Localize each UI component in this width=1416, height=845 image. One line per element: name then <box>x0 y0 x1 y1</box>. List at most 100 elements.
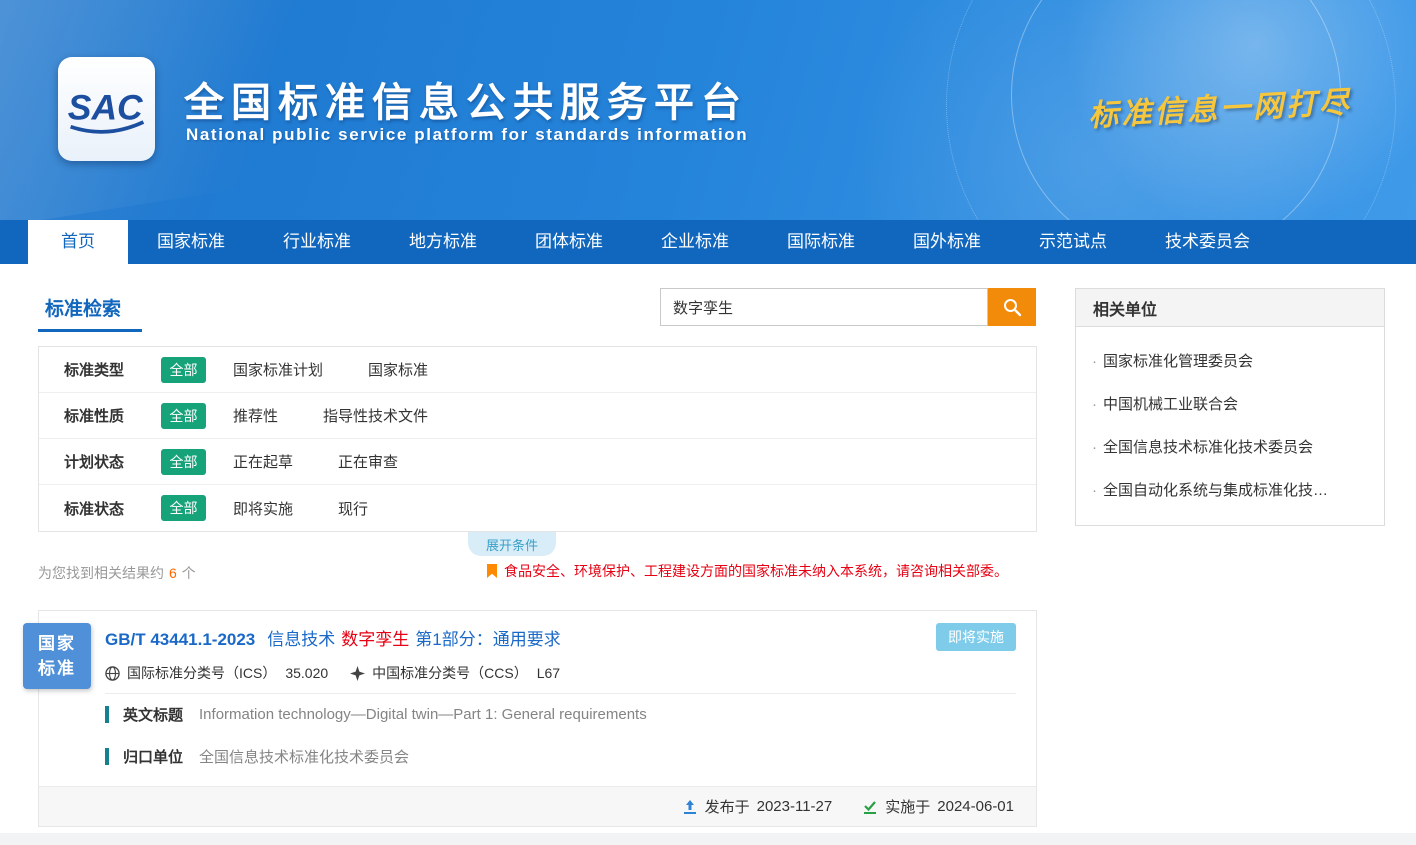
nav-item-group-standards[interactable]: 团体标准 <box>506 220 632 264</box>
status-badge: 即将实施 <box>936 623 1016 651</box>
standard-code: GB/T 43441.1-2023 <box>105 630 255 649</box>
classification-row: 国际标准分类号（ICS） 35.020 中国标准分类号（CCS） L67 <box>105 663 560 683</box>
related-units-list: · 国家标准化管理委员会 · 中国机械工业联合会 · 全国信息技术标准化技术委员… <box>1076 327 1384 525</box>
bookmark-icon <box>486 564 498 579</box>
filter-row-plan-status: 计划状态 全部 正在起草 正在审查 <box>39 439 1036 485</box>
filter-option[interactable]: 国家标准计划 <box>233 359 323 380</box>
badge-line2: 标准 <box>23 656 91 681</box>
nav-item-foreign-standards[interactable]: 国外标准 <box>884 220 1010 264</box>
filter-option[interactable]: 正在审查 <box>338 451 398 472</box>
title-segment: 信息技术 <box>267 630 335 649</box>
filter-label: 计划状态 <box>64 451 161 472</box>
filter-option[interactable]: 指导性技术文件 <box>323 405 428 426</box>
sac-logo-icon: SAC <box>65 76 149 142</box>
filter-label: 标准性质 <box>64 405 161 426</box>
sidebar-item-it-committee[interactable]: · 全国信息技术标准化技术委员会 <box>1076 425 1384 468</box>
ics-value: 35.020 <box>285 665 328 681</box>
bullet: · <box>1092 439 1097 456</box>
accent-bar <box>105 706 109 723</box>
result-summary: 为您找到相关结果约6个 <box>38 563 196 583</box>
sac-logo[interactable]: SAC <box>58 57 155 161</box>
bullet: · <box>1092 353 1097 370</box>
search-button[interactable] <box>988 288 1036 326</box>
national-standard-badge: 国家 标准 <box>23 623 91 689</box>
publish-label: 发布于 <box>705 796 750 817</box>
ccs-value: L67 <box>537 665 560 681</box>
nav-item-industry-standards[interactable]: 行业标准 <box>254 220 380 264</box>
card-divider <box>105 693 1016 694</box>
accent-bar <box>105 748 109 765</box>
system-notice: 食品安全、环境保护、工程建设方面的国家标准未纳入本系统，请咨询相关部委。 <box>486 561 1008 581</box>
nav-item-pilot[interactable]: 示范试点 <box>1010 220 1136 264</box>
sidebar-item-automation-committee[interactable]: · 全国自动化系统与集成标准化技… <box>1076 468 1384 511</box>
filter-panel: 标准类型 全部 国家标准计划 国家标准 标准性质 全部 推荐性 指导性技术文件 … <box>38 346 1037 532</box>
main-nav: 首页 国家标准 行业标准 地方标准 团体标准 企业标准 国际标准 国外标准 示范… <box>0 220 1416 264</box>
filter-option[interactable]: 正在起草 <box>233 451 293 472</box>
filter-option[interactable]: 现行 <box>338 498 368 519</box>
implement-date: 2024-06-01 <box>937 798 1014 815</box>
page: SAC 全国标准信息公共服务平台 National public service… <box>0 0 1416 845</box>
summary-suffix: 个 <box>182 565 196 581</box>
publish-upload-icon <box>682 799 698 815</box>
page-bottom-strip <box>0 833 1416 845</box>
sidebar-item-label: 全国信息技术标准化技术委员会 <box>1103 436 1313 457</box>
filter-option[interactable]: 即将实施 <box>233 498 293 519</box>
sidebar-item-machinery-federation[interactable]: · 中国机械工业联合会 <box>1076 382 1384 425</box>
nav-item-local-standards[interactable]: 地方标准 <box>380 220 506 264</box>
main-content: 标准检索 标准类型 全部 国家标准计划 国家标准 标准性质 全部 推荐 <box>0 264 1416 845</box>
filter-all-button[interactable]: 全部 <box>161 403 206 429</box>
filter-label: 标准状态 <box>64 498 161 519</box>
nav-item-national-standards[interactable]: 国家标准 <box>128 220 254 264</box>
sidebar-item-label: 中国机械工业联合会 <box>1103 393 1238 414</box>
implement-date-group: 实施于 2024-06-01 <box>862 796 1014 817</box>
standard-title-link[interactable]: GB/T 43441.1-2023 信息技术数字孪生第1部分：通用要求 <box>105 625 561 650</box>
logo-text: SAC <box>67 87 143 127</box>
site-subtitle: National public service platform for sta… <box>186 125 748 145</box>
nav-item-enterprise-standards[interactable]: 企业标准 <box>632 220 758 264</box>
english-title-value: Information technology—Digital twin—Part… <box>199 706 647 723</box>
ccs-label: 中国标准分类号（CCS） <box>372 663 528 683</box>
publish-date: 2023-11-27 <box>757 798 833 815</box>
card-footer: 发布于 2023-11-27 实施于 2024-06-01 <box>39 786 1036 826</box>
filter-row-standard-type: 标准类型 全部 国家标准计划 国家标准 <box>39 347 1036 393</box>
committee-value: 全国信息技术标准化技术委员会 <box>199 746 409 767</box>
title-segment: 第1部分：通用要求 <box>415 630 560 649</box>
expand-conditions-button[interactable]: 展开条件 <box>468 532 556 556</box>
related-units-title: 相关单位 <box>1076 289 1384 327</box>
filter-all-button[interactable]: 全部 <box>161 357 206 383</box>
notice-text: 食品安全、环境保护、工程建设方面的国家标准未纳入本系统，请咨询相关部委。 <box>504 561 1008 581</box>
filter-all-button[interactable]: 全部 <box>161 449 206 475</box>
site-header: SAC 全国标准信息公共服务平台 National public service… <box>0 0 1416 220</box>
english-title-label: 英文标题 <box>123 704 183 725</box>
search-input[interactable] <box>660 288 988 326</box>
committee-row: 归口单位 全国信息技术标准化技术委员会 <box>105 746 409 767</box>
title-highlight: 数字孪生 <box>341 630 409 649</box>
filter-option[interactable]: 国家标准 <box>368 359 428 380</box>
bullet: · <box>1092 482 1097 499</box>
compass-icon <box>350 666 365 681</box>
site-title: 全国标准信息公共服务平台 <box>184 70 748 128</box>
implement-check-icon <box>862 799 878 815</box>
nav-item-home[interactable]: 首页 <box>28 220 128 264</box>
committee-label: 归口单位 <box>123 746 183 767</box>
search-icon <box>1002 297 1022 317</box>
filter-option[interactable]: 推荐性 <box>233 405 278 426</box>
ics-label: 国际标准分类号（ICS） <box>127 663 276 683</box>
filter-row-standard-nature: 标准性质 全部 推荐性 指导性技术文件 <box>39 393 1036 439</box>
nav-item-international-standards[interactable]: 国际标准 <box>758 220 884 264</box>
globe-icon <box>105 666 120 681</box>
sidebar-item-label: 国家标准化管理委员会 <box>1103 350 1253 371</box>
nav-item-technical-committee[interactable]: 技术委员会 <box>1136 220 1279 264</box>
sidebar-item-label: 全国自动化系统与集成标准化技… <box>1103 479 1328 500</box>
tab-underline <box>38 329 142 332</box>
filter-row-standard-status: 标准状态 全部 即将实施 现行 <box>39 485 1036 531</box>
related-units-panel: 相关单位 · 国家标准化管理委员会 · 中国机械工业联合会 · 全国信息技术标准… <box>1075 288 1385 526</box>
publish-date-group: 发布于 2023-11-27 <box>682 796 833 817</box>
sidebar-item-sac[interactable]: · 国家标准化管理委员会 <box>1076 339 1384 382</box>
filter-all-button[interactable]: 全部 <box>161 495 206 521</box>
tab-standard-search[interactable]: 标准检索 <box>45 294 121 321</box>
bullet: · <box>1092 396 1097 413</box>
standard-result-card: 国家 标准 GB/T 43441.1-2023信息技术数字孪生第1部分：通用要求… <box>38 610 1037 827</box>
search-bar <box>660 288 1036 326</box>
english-title-row: 英文标题 Information technology—Digital twin… <box>105 704 647 725</box>
